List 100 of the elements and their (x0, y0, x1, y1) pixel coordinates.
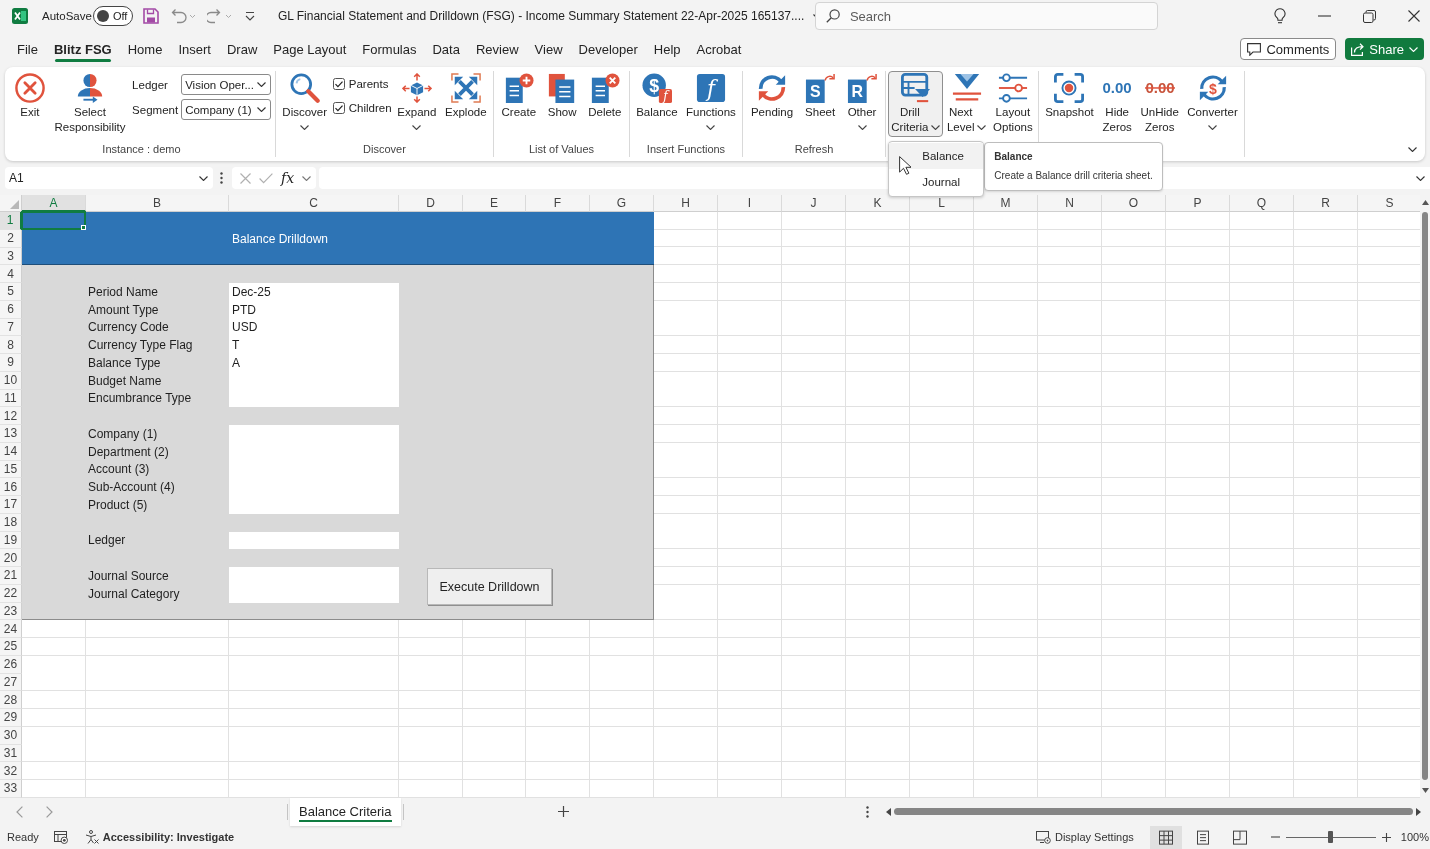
ribbon-tab[interactable]: Data (424, 36, 468, 62)
show-button[interactable]: Show (544, 71, 581, 122)
more-vertical-icon[interactable] (220, 172, 223, 184)
row-header[interactable]: 12 (0, 407, 22, 425)
drill-criteria-button[interactable]: Drill Criteria (888, 71, 944, 137)
monitor-gear-icon[interactable] (1036, 830, 1051, 844)
scrollbar-thumb[interactable] (1422, 212, 1428, 780)
row-header[interactable]: 5 (0, 283, 22, 301)
column-header[interactable]: B (86, 195, 229, 212)
row-header[interactable]: 4 (0, 265, 22, 283)
column-header[interactable]: G (590, 195, 654, 212)
ribbon-tab[interactable]: Review (467, 36, 527, 62)
converter-button[interactable]: $ Converter (1184, 71, 1241, 132)
comments-button[interactable]: Comments (1240, 38, 1337, 60)
scrollbar-thumb[interactable] (893, 808, 1413, 816)
row-header[interactable]: 20 (0, 549, 22, 567)
column-header[interactable]: I (718, 195, 782, 212)
discover-button[interactable]: Discover (279, 71, 331, 132)
entry-field[interactable] (229, 425, 399, 514)
entry-field[interactable] (229, 567, 399, 603)
exit-button[interactable]: Exit (11, 71, 48, 122)
caret-bar-icon[interactable] (244, 11, 255, 21)
column-header[interactable]: H (654, 195, 718, 212)
grid-icon[interactable] (1149, 825, 1182, 849)
expand-button[interactable]: Expand (394, 71, 440, 132)
search-field[interactable]: Search (814, 2, 1158, 30)
sheet-button[interactable]: S Sheet (802, 71, 839, 122)
checkbox-label[interactable]: Parents (348, 78, 389, 90)
redo-icon[interactable] (206, 8, 233, 24)
undo-icon[interactable] (170, 8, 197, 24)
ribbon-tab[interactable]: Blitz FSG (45, 36, 120, 62)
menu-item[interactable]: Journal (889, 169, 984, 195)
execute-button[interactable]: Execute Drilldown (427, 568, 552, 605)
row-header[interactable]: 32 (0, 762, 22, 780)
row-header[interactable]: 17 (0, 496, 22, 514)
lightbulb-icon[interactable] (1274, 8, 1286, 24)
chevron-down-icon[interactable] (1408, 147, 1417, 152)
chevron-down-icon[interactable] (1416, 175, 1425, 181)
row-header[interactable]: 9 (0, 354, 22, 372)
ribbon-tab[interactable]: Insert (170, 36, 219, 62)
column-header[interactable]: E (463, 195, 526, 212)
column-header[interactable]: J (782, 195, 846, 212)
arrow-left-icon[interactable] (885, 807, 891, 816)
column-header[interactable]: Q (1230, 195, 1294, 212)
ribbon-tab[interactable]: View (526, 36, 571, 62)
plus-icon[interactable] (557, 806, 569, 818)
ribbon-tab[interactable]: Acrobat (688, 36, 750, 62)
balance-button[interactable]: $ f Balance (633, 71, 681, 122)
ribbon-tab[interactable]: Help (645, 36, 689, 62)
row-header[interactable]: 13 (0, 425, 22, 443)
sheet-record-icon[interactable] (53, 830, 68, 844)
ribbon-tab[interactable]: Draw (218, 36, 266, 62)
zoom-level[interactable]: 100% (1400, 831, 1429, 844)
arrow-up-icon[interactable] (1421, 200, 1429, 205)
ribbon-tab[interactable]: Developer (570, 36, 646, 62)
column-header[interactable]: P (1166, 195, 1230, 212)
create-button[interactable]: Create (498, 71, 540, 122)
column-header[interactable]: O (1102, 195, 1166, 212)
arrow-down-icon[interactable] (1421, 787, 1429, 793)
row-header[interactable]: 29 (0, 709, 22, 727)
row-header[interactable]: 24 (0, 620, 22, 638)
next-level-button[interactable]: Next Level (943, 71, 990, 137)
ribbon-tab[interactable]: File (9, 36, 46, 62)
column-header[interactable]: R (1294, 195, 1358, 212)
column-header[interactable]: C (229, 195, 399, 212)
row-header[interactable]: 1 (0, 212, 22, 230)
row-header[interactable]: 28 (0, 691, 22, 709)
ribbon-tab[interactable]: Page Layout (265, 36, 355, 62)
display-settings-link[interactable]: Display Settings (1055, 831, 1134, 844)
layout-options-button[interactable]: Layout Options (990, 71, 1036, 137)
share-button[interactable]: Share (1345, 38, 1424, 60)
plus-icon[interactable] (1381, 832, 1391, 842)
ribbon-tab[interactable]: Formulas (354, 36, 425, 62)
functions-button[interactable]: f Functions (683, 71, 739, 132)
arrow-right-icon[interactable] (1415, 807, 1421, 816)
menu-item[interactable]: Balance (889, 143, 984, 169)
snapshot-button[interactable]: Snapshot (1042, 71, 1097, 122)
select-responsibility-button[interactable]: Select Responsibility (51, 71, 129, 137)
other-button[interactable]: R Other (844, 71, 881, 132)
explode-button[interactable]: Explode (442, 71, 490, 122)
restore-icon[interactable] (1363, 9, 1376, 23)
column-header[interactable]: M (974, 195, 1038, 212)
zoom-slider-thumb[interactable] (1328, 831, 1334, 844)
delete-button[interactable]: Delete (585, 71, 625, 122)
column-header[interactable]: F (526, 195, 590, 212)
row-header[interactable]: 33 (0, 780, 22, 798)
checkbox-label[interactable]: Children (348, 102, 392, 114)
row-header[interactable]: 25 (0, 638, 22, 656)
checkmark-icon[interactable] (259, 172, 273, 184)
column-header[interactable]: K (846, 195, 910, 212)
insert-function-button[interactable]: fx (281, 170, 295, 186)
column-header[interactable]: S (1358, 195, 1420, 212)
pending-button[interactable]: Pending (747, 71, 797, 122)
accessibility-icon[interactable] (84, 830, 99, 845)
name-box[interactable]: A1 (5, 167, 213, 189)
more-vertical-icon[interactable] (865, 805, 869, 818)
dropdown-field[interactable]: Company (1) (181, 99, 272, 120)
ribbon-tab[interactable]: Home (119, 36, 171, 62)
accessibility-status[interactable]: Accessibility: Investigate (102, 831, 235, 844)
autosave-toggle[interactable]: Off (92, 6, 133, 26)
